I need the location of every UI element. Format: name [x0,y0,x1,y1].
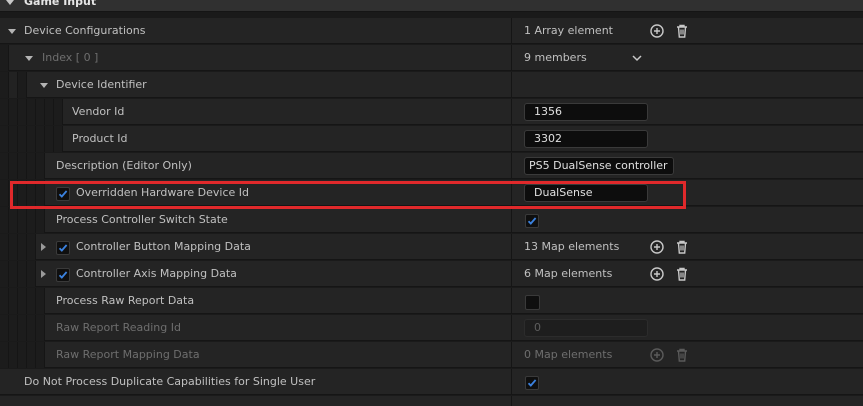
row-vendor-id: Vendor Id 1356 [0,99,863,125]
details-panel: Game Input Device Configurations 1 Array… [0,0,863,406]
no-duplicate-capabilities-checkbox[interactable] [525,376,539,390]
row-index-0: Index [ 0 ] 9 members [0,45,863,71]
highlight-box [10,181,686,209]
members-count: 9 members [524,51,587,64]
vendor-id-label: Vendor Id [72,105,125,118]
checkmark-icon [527,217,537,225]
expand-arrow-icon[interactable] [41,243,46,251]
row-device-configurations: Device Configurations 1 Array element [0,18,863,44]
button-mapping-label: Controller Button Mapping Data [76,240,251,253]
axis-mapping-label: Controller Axis Mapping Data [76,267,237,280]
section-title: Game Input [24,0,97,8]
row-controller-button-mapping: Controller Button Mapping Data 13 Map el… [0,234,863,260]
checkmark-icon [58,271,68,279]
product-id-label: Product Id [72,132,128,145]
expand-arrow-icon[interactable] [41,270,46,278]
trash-icon[interactable] [674,239,690,255]
trash-icon[interactable] [674,23,690,39]
row-bottom-filler [0,396,863,406]
process-switch-state-checkbox[interactable] [525,214,539,228]
row-raw-report-reading-id: Raw Report Reading Id 0 [0,315,863,341]
expand-arrow-icon[interactable] [25,56,33,61]
row-no-duplicate-capabilities: Do Not Process Duplicate Capabilities fo… [0,369,863,395]
row-device-identifier: Device Identifier [0,72,863,98]
description-label: Description (Editor Only) [56,159,192,172]
expand-arrow-icon[interactable] [40,83,48,88]
index-members-dropdown[interactable]: 9 members [511,45,863,71]
trash-icon[interactable] [674,347,690,363]
add-element-icon[interactable] [649,23,665,39]
row-raw-report-mapping: Raw Report Mapping Data 0 Map elements [0,342,863,368]
axis-mapping-count: 6 Map elements [524,267,613,280]
checkmark-icon [58,244,68,252]
expand-arrow-icon[interactable] [8,29,16,34]
row-process-raw-report: Process Raw Report Data [0,288,863,314]
no-duplicate-capabilities-label: Do Not Process Duplicate Capabilities fo… [24,375,316,388]
button-mapping-checkbox[interactable] [56,241,70,255]
row-process-controller-switch-state: Process Controller Switch State [0,207,863,233]
product-id-input[interactable]: 3302 [524,130,648,148]
raw-report-reading-id-label: Raw Report Reading Id [56,321,181,334]
add-element-icon[interactable] [649,347,665,363]
section-header-game-input[interactable]: Game Input [0,0,863,12]
vendor-id-input[interactable]: 1356 [524,103,648,121]
trash-icon[interactable] [674,266,690,282]
chevron-down-icon[interactable] [632,54,642,62]
index-label: Index [ 0 ] [42,51,99,64]
checkmark-icon [527,379,537,387]
device-identifier-label: Device Identifier [56,78,147,91]
axis-mapping-checkbox[interactable] [56,268,70,282]
raw-report-mapping-label: Raw Report Mapping Data [56,348,200,361]
add-element-icon[interactable] [649,239,665,255]
row-description: Description (Editor Only) PS5 DualSense … [0,153,863,179]
collapse-arrow-icon[interactable] [6,0,14,5]
raw-report-reading-id-input[interactable]: 0 [524,319,648,337]
process-raw-report-checkbox[interactable] [525,295,540,310]
description-input[interactable]: PS5 DualSense controller [524,157,674,175]
row-product-id: Product Id 3302 [0,126,863,152]
raw-report-mapping-count: 0 Map elements [524,348,613,361]
process-raw-report-label: Process Raw Report Data [56,294,195,307]
add-element-icon[interactable] [649,266,665,282]
process-switch-state-label: Process Controller Switch State [56,213,228,226]
button-mapping-count: 13 Map elements [524,240,620,253]
device-configurations-label: Device Configurations [24,24,146,37]
row-controller-axis-mapping: Controller Axis Mapping Data 6 Map eleme… [0,261,863,287]
array-count: 1 Array element [524,24,613,37]
